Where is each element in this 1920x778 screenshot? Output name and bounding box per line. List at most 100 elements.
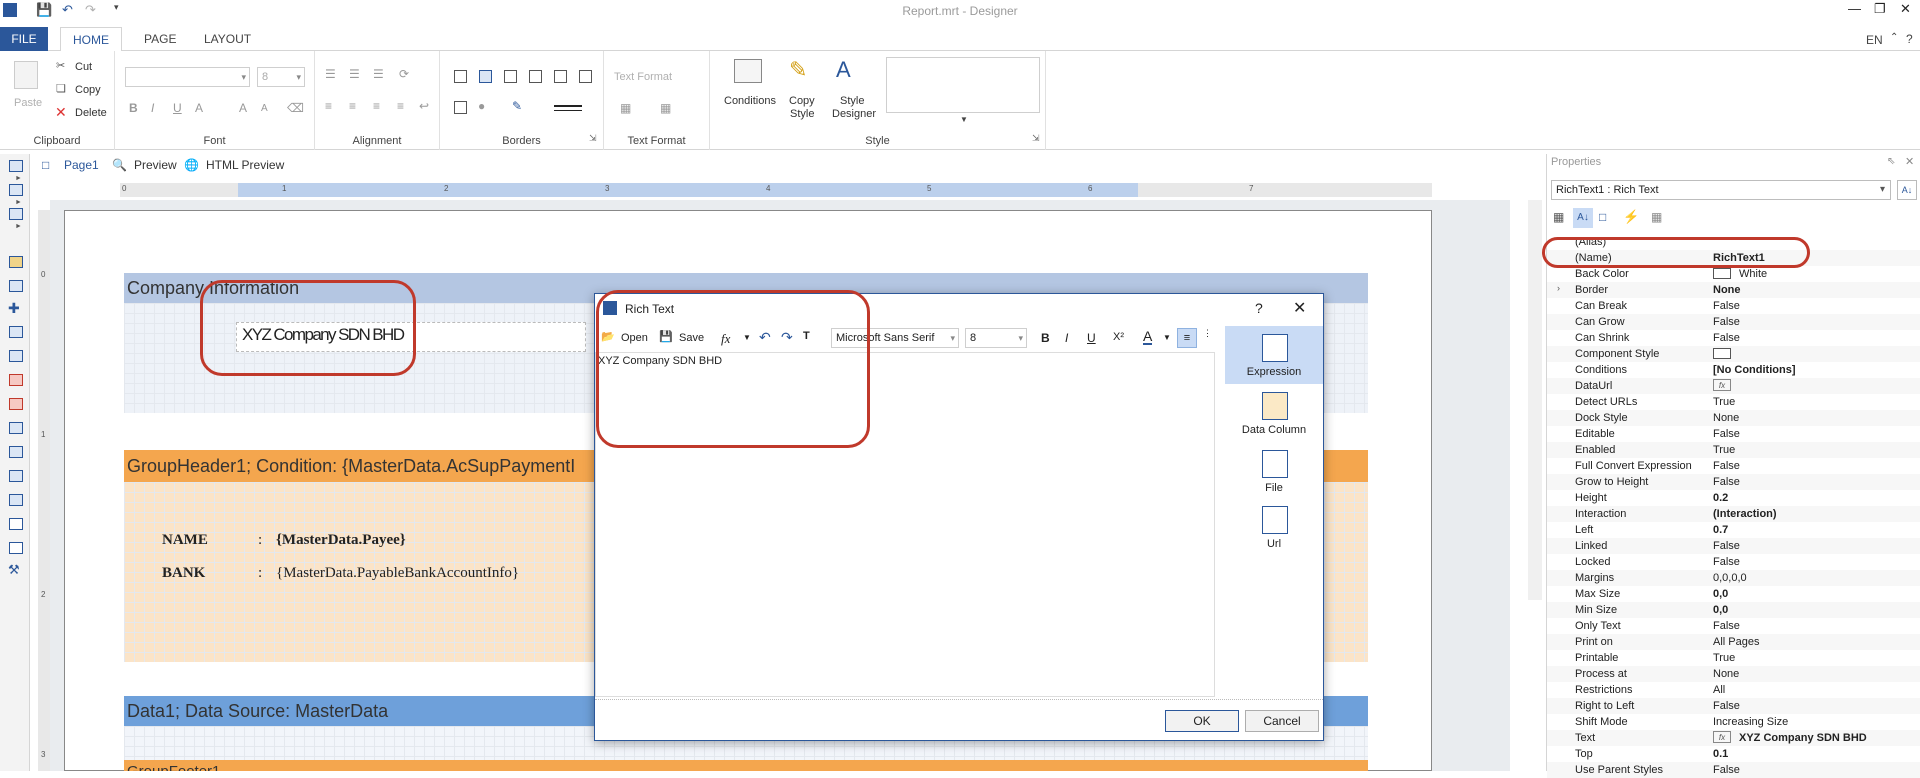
dialog-help-button[interactable]: ? [1255,300,1263,316]
border-right-icon[interactable] [579,70,592,83]
border-left-icon[interactable] [529,70,542,83]
minimize-icon[interactable]: — [1848,1,1861,16]
copy-style-button-line2[interactable]: Style [790,108,814,120]
border-none-icon[interactable] [479,70,492,83]
copy-button[interactable]: Copy [75,84,101,96]
image-component-icon[interactable] [9,256,23,268]
panel-close-icon[interactable]: ✕ [1905,155,1914,168]
property-value[interactable]: False [1713,620,1740,632]
font-color-icon[interactable]: A [1143,329,1153,345]
group-launcher-icon[interactable]: ⇲ [589,133,597,144]
tab-preview[interactable]: Preview [134,158,177,172]
copy-style-button-line1[interactable]: Copy [789,95,815,107]
property-row[interactable]: Editable False [1547,426,1920,442]
text-b-icon[interactable] [9,398,23,410]
cross-band-icon[interactable] [9,280,23,292]
fill-color-icon[interactable]: ● [478,99,485,113]
header-band-icon[interactable] [9,184,23,196]
pin-icon[interactable]: ⇖ [1887,156,1895,167]
sort-az-icon[interactable]: A↓ [1897,180,1917,200]
paste-button[interactable]: Paste [14,97,42,109]
clear-format-icon[interactable]: ⌫ [287,101,304,115]
expand-icon[interactable]: ► [15,199,22,206]
bold-icon[interactable]: B [129,101,138,115]
expand-icon[interactable]: ► [15,175,22,182]
property-row[interactable]: Interaction (Interaction) [1547,506,1920,522]
property-row[interactable]: DataUrl fx [1547,378,1920,394]
report-title-band-icon[interactable] [9,160,23,172]
property-value[interactable]: 0,0 [1713,604,1728,616]
toolbar-overflow-icon[interactable]: ⋮ [1203,328,1212,339]
property-row[interactable]: Full Convert Expression False [1547,458,1920,474]
border-style-icon[interactable] [554,105,582,111]
property-value[interactable]: True [1713,444,1735,456]
help-icon[interactable]: ? [1906,32,1913,46]
group-band-icon[interactable] [9,208,23,220]
property-row[interactable]: Dock Style None [1547,410,1920,426]
property-value[interactable]: True [1713,396,1735,408]
expression-side-button[interactable]: Expression [1225,326,1323,384]
cancel-button[interactable]: Cancel [1245,710,1319,732]
property-row[interactable]: Process at None [1547,666,1920,682]
dialog-size-combo[interactable]: 8 [965,328,1027,348]
bank-info-field[interactable]: {MasterData.PayableBankAccountInfo} [276,565,519,582]
border-all-icon[interactable] [454,70,467,83]
color-swatch[interactable] [1713,268,1731,279]
categorized-icon[interactable]: ▦ [1553,210,1564,224]
property-pages-icon[interactable]: ▦ [1651,210,1662,224]
border-bottom-icon[interactable] [554,70,567,83]
property-value[interactable]: 0.2 [1713,492,1728,504]
expression-icon[interactable]: fx [1713,379,1731,391]
property-row[interactable]: Height 0.2 [1547,490,1920,506]
tab-page[interactable]: PAGE [132,27,188,51]
cut-button[interactable]: Cut [75,61,92,73]
property-row[interactable]: Shift Mode Increasing Size [1547,714,1920,730]
word-wrap-icon[interactable]: ↩ [419,99,429,113]
tab-layout[interactable]: LAYOUT [192,27,263,51]
property-row[interactable]: Enabled True [1547,442,1920,458]
font-color-icon[interactable]: A [195,101,203,115]
text-format-combo[interactable]: Text Format [614,71,672,83]
plugin-icon[interactable]: ✚ [8,300,20,317]
property-row[interactable]: Use Parent Styles False [1547,762,1920,778]
properties-tab-icon[interactable]: □ [1599,210,1606,224]
property-value[interactable]: None [1713,668,1739,680]
richtext-component-icon[interactable] [9,350,23,362]
format-icon-2[interactable]: ▦ [660,101,671,115]
bank-label[interactable]: BANK [162,565,205,582]
property-value[interactable]: [No Conditions] [1713,364,1795,376]
property-value[interactable]: XYZ Company SDN BHD [1739,732,1867,744]
property-row[interactable]: Max Size 0,0 [1547,586,1920,602]
property-value[interactable]: 0,0 [1713,588,1728,600]
style-gallery-dropdown-icon[interactable]: ▼ [960,115,968,124]
restore-icon[interactable]: ❐ [1874,1,1886,17]
property-value[interactable]: False [1713,540,1740,552]
underline-icon[interactable]: U [173,101,182,115]
property-value[interactable]: None [1713,284,1741,296]
delete-button[interactable]: Delete [75,107,107,119]
canvas-scrollbar[interactable] [1528,200,1542,600]
property-value[interactable]: 0.1 [1713,748,1728,760]
property-row[interactable]: Border › None [1547,282,1920,298]
property-row[interactable]: Can Grow False [1547,314,1920,330]
text-component-icon[interactable] [9,326,23,338]
align-bottom-icon[interactable]: ☰ [373,67,384,81]
style-launcher-icon[interactable]: ⇲ [1032,133,1040,144]
property-value[interactable]: False [1713,700,1740,712]
shrink-font-icon[interactable]: A [261,103,268,114]
language-selector[interactable]: EN [1866,33,1883,47]
data-column-side-button[interactable]: Data Column [1225,384,1323,442]
ok-button[interactable]: OK [1165,710,1239,732]
text-a-icon[interactable] [9,374,23,386]
property-row[interactable]: Right to Left False [1547,698,1920,714]
align-left-icon[interactable]: ≡ [1177,328,1197,348]
italic-button[interactable]: I [1065,331,1068,345]
border-color-icon[interactable]: ✎ [512,99,522,113]
property-value[interactable]: All [1713,684,1725,696]
property-row[interactable]: Locked False [1547,554,1920,570]
grow-font-icon[interactable]: A [239,101,247,115]
property-row[interactable]: Min Size 0,0 [1547,602,1920,618]
payee-field[interactable]: {MasterData.Payee} [276,532,406,549]
name-label[interactable]: NAME [162,532,208,549]
property-value[interactable]: False [1713,460,1740,472]
